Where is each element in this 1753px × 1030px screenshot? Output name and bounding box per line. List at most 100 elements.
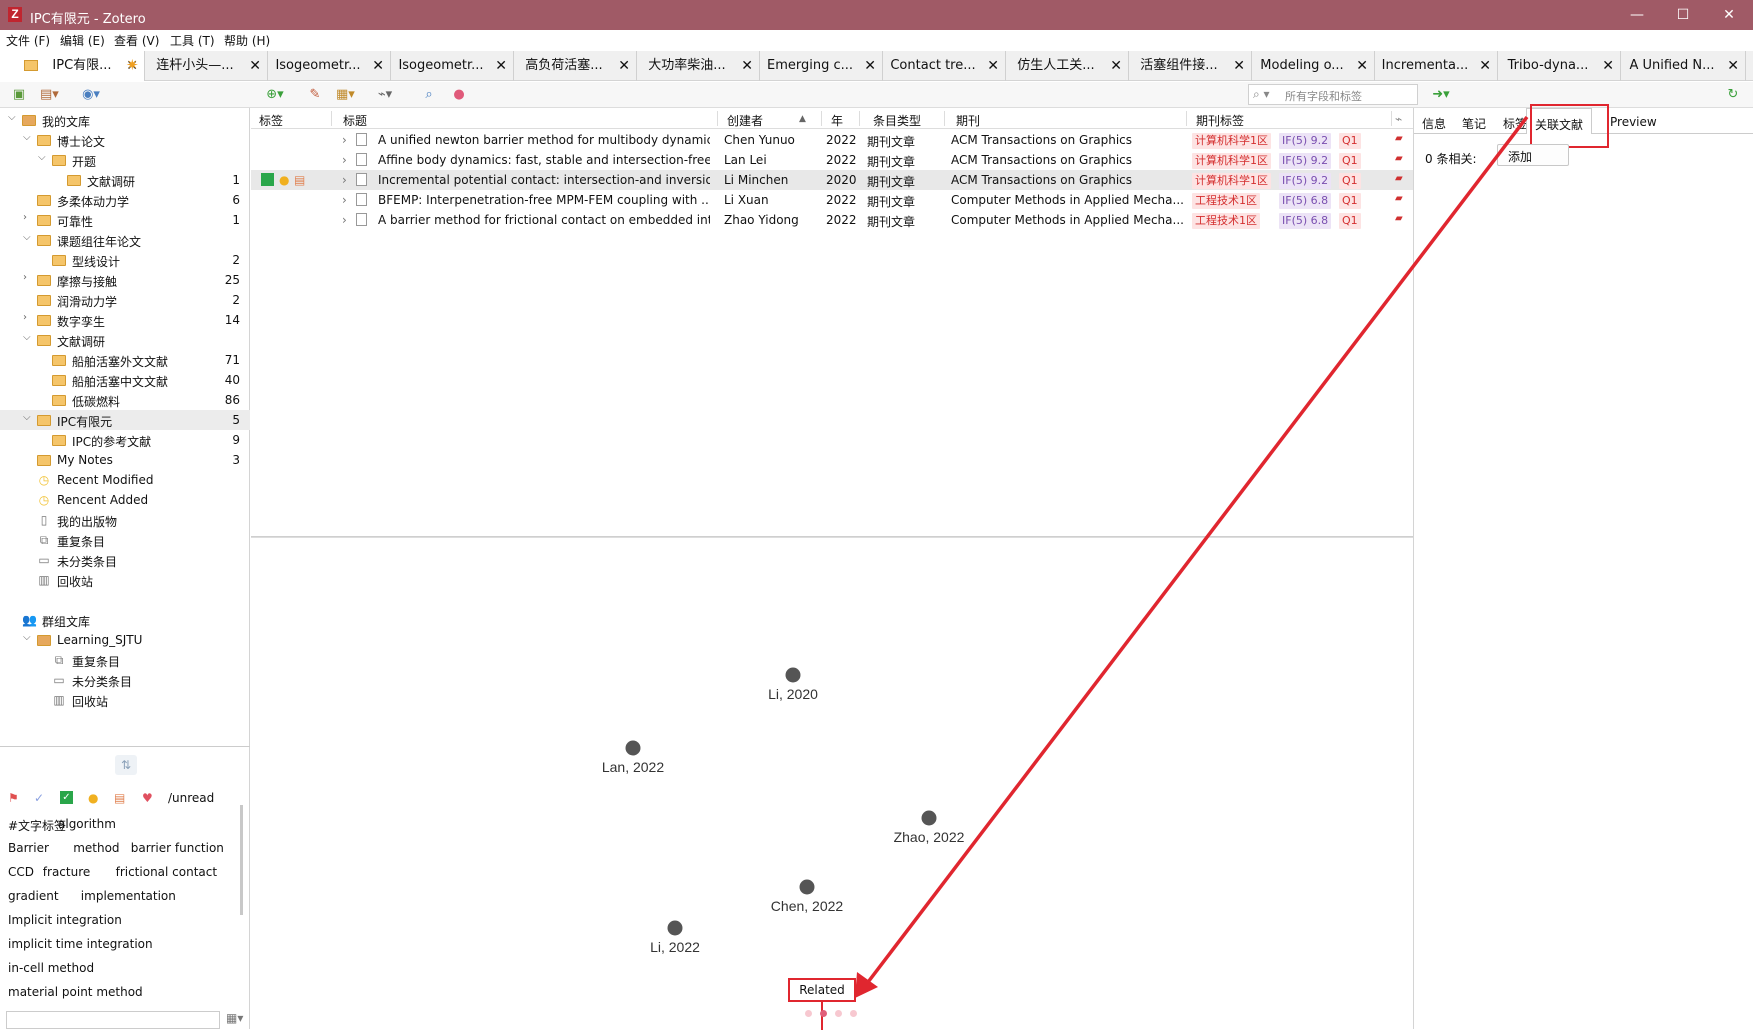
expand-icon[interactable]: › [342, 213, 347, 227]
collection-row[interactable]: › 可靠性 1 [0, 210, 250, 230]
collection-row[interactable]: ▭ 未分类条目 [0, 670, 250, 690]
tag-item[interactable]: material point method [8, 985, 143, 999]
maximize-button[interactable]: ☐ [1668, 4, 1698, 26]
graph-node-dot[interactable] [921, 810, 937, 826]
graph-node[interactable]: Li, 2022 [650, 920, 700, 956]
expand-icon[interactable]: › [342, 173, 347, 187]
chevron-down-icon[interactable]: ⌵ [23, 632, 31, 643]
tab-12[interactable]: Tribo-dyna... ✕ [1498, 51, 1621, 81]
collection-row[interactable]: ⧉ 重复条目 [0, 530, 250, 550]
menu-view[interactable]: 查看 (V) [114, 32, 159, 49]
tab-close-icon[interactable]: ✕ [1110, 51, 1122, 81]
collection-row[interactable]: › 数字孪生 14 [0, 310, 250, 330]
tab-close-icon[interactable]: ✕ [1233, 51, 1245, 81]
tab-1[interactable]: 连杆小头—... ✕ [145, 51, 268, 81]
tag-item[interactable]: in-cell method [8, 961, 94, 975]
tag-item[interactable]: algorithm [58, 817, 116, 831]
pager-dot-active[interactable] [820, 1010, 827, 1017]
collection-row[interactable]: ▯ 我的出版物 [0, 510, 250, 530]
tab-8[interactable]: 仿生人工关... ✕ [1006, 51, 1129, 81]
tab-close-icon[interactable]: ✕ [618, 51, 630, 81]
tab-close-icon[interactable]: ✕ [372, 51, 384, 81]
clipboard-icon[interactable]: ▤ [114, 791, 125, 805]
collection-row[interactable]: 润滑动力学 2 [0, 290, 250, 310]
col-journal[interactable]: 期刊 [956, 112, 980, 129]
check-icon[interactable]: ✓ [34, 791, 44, 805]
tag-item[interactable]: Barrier [8, 841, 49, 855]
pdf-icon[interactable]: ▰ [1395, 133, 1403, 144]
collection-row[interactable]: ◷ Recent Modified [0, 470, 250, 490]
tag-filter-input[interactable] [6, 1011, 220, 1029]
collection-row[interactable]: 文献调研 1 [0, 170, 250, 190]
tag-item[interactable]: frictional contact [116, 865, 217, 879]
tag-item[interactable]: method [73, 841, 119, 855]
tab-close-icon[interactable]: ✕ [741, 51, 753, 81]
tab-close-icon[interactable]: ✕ [1479, 51, 1491, 81]
menu-tools[interactable]: 工具 (T) [170, 32, 215, 49]
forward-arrow-icon[interactable]: ➜▾ [1432, 86, 1450, 104]
col-item-type[interactable]: 条目类型 [873, 112, 921, 129]
graph-node[interactable]: Li, 2020 [768, 667, 818, 703]
pdf-icon[interactable]: ▰ [1395, 213, 1403, 224]
table-row[interactable]: › Affine body dynamics: fast, stable and … [251, 150, 1413, 170]
graph-node-dot[interactable] [667, 920, 683, 936]
new-note-icon[interactable]: ▦▾ [336, 86, 355, 104]
tab-13[interactable]: A Unified N... ✕ [1621, 51, 1746, 81]
collection-row[interactable]: ⌵ 开题 [0, 150, 250, 170]
chevron-right-icon[interactable]: › [23, 212, 27, 223]
pdf-icon[interactable]: ▰ [1395, 153, 1403, 164]
chevron-right-icon[interactable]: › [23, 272, 27, 283]
tab-9[interactable]: 活塞组件接... ✕ [1129, 51, 1252, 81]
chevron-down-icon[interactable]: ⌵ [23, 412, 31, 423]
tag-unread[interactable]: /unread [168, 791, 214, 805]
collection-row[interactable]: 低碳燃料 86 [0, 390, 250, 410]
new-collection-icon[interactable]: ▣ [10, 86, 28, 104]
menu-help[interactable]: 帮助 (H) [224, 32, 270, 49]
tab-6[interactable]: Emerging c... ✕ [760, 51, 883, 81]
graph-node[interactable]: Chen, 2022 [771, 879, 844, 915]
attachment-column-icon[interactable]: ⌁ [1395, 112, 1402, 126]
collection-row[interactable]: 型线设计 2 [0, 250, 250, 270]
chevron-down-icon[interactable]: ⌵ [23, 132, 31, 143]
tab-close-icon[interactable]: ✕ [1356, 51, 1368, 81]
collection-row[interactable]: My Notes 3 [0, 450, 250, 470]
chevron-down-icon[interactable]: ⌵ [23, 332, 31, 343]
tab-close-icon[interactable]: ✕ [1602, 51, 1614, 81]
chevron-down-icon[interactable]: ⌵ [23, 232, 31, 243]
collection-row[interactable]: ◷ Rencent Added [0, 490, 250, 510]
search-box[interactable]: ⌕ ▾ 所有字段和标签 [1248, 84, 1418, 105]
add-related-button[interactable]: 添加 [1497, 144, 1569, 166]
chevron-down-icon[interactable]: ⌵ [8, 112, 16, 123]
tab-close-icon[interactable]: ✕ [864, 51, 876, 81]
graph-node[interactable]: Zhao, 2022 [894, 810, 965, 846]
pdf-icon[interactable]: ▰ [1395, 193, 1403, 204]
tab-close-icon[interactable]: ✕ [249, 51, 261, 81]
col-journal-tags[interactable]: 期刊标签 [1196, 112, 1244, 129]
tag-item[interactable]: fracture [43, 865, 90, 879]
locate-icon[interactable]: ⌕ [420, 86, 438, 104]
tab-tags[interactable]: 标签 [1503, 115, 1527, 132]
table-row[interactable]: › A barrier method for frictional contact… [251, 210, 1413, 230]
close-button[interactable]: ✕ [1714, 4, 1744, 26]
new-item-icon[interactable]: ⊕▾ [266, 86, 284, 104]
chevron-down-icon[interactable]: ⌵ [38, 152, 46, 163]
tab-5[interactable]: 大功率柴油... ✕ [637, 51, 760, 81]
heart-icon[interactable]: ♥ [142, 791, 153, 805]
sync-icon[interactable]: ◉▾ [82, 86, 100, 104]
tag-item[interactable]: barrier function [131, 841, 224, 855]
col-tags[interactable]: 标签 [259, 112, 283, 129]
menu-file[interactable]: 文件 (F) [6, 32, 50, 49]
table-row[interactable]: ● ▤ › Incremental potential contact: inters… [251, 170, 1413, 190]
tab-notes[interactable]: 笔记 [1462, 115, 1486, 132]
new-library-icon[interactable]: ▤▾ [40, 86, 59, 104]
tag-item[interactable]: implicit time integration [8, 937, 153, 951]
collection-row[interactable]: ⧉ 重复条目 [0, 650, 250, 670]
expand-icon[interactable]: › [342, 133, 347, 147]
collection-row[interactable]: ⌵ 我的文库 [0, 110, 250, 130]
menu-edit[interactable]: 编辑 (E) [60, 32, 105, 49]
table-row[interactable]: › BFEMP: Interpenetration-free MPM-FEM co… [251, 190, 1413, 210]
tab-4[interactable]: 高负荷活塞... ✕ [514, 51, 637, 81]
collection-row[interactable]: ⌵ 博士论文 [0, 130, 250, 150]
tag-item[interactable]: Implicit integration [8, 913, 122, 927]
tag-item[interactable]: implementation [81, 889, 176, 903]
